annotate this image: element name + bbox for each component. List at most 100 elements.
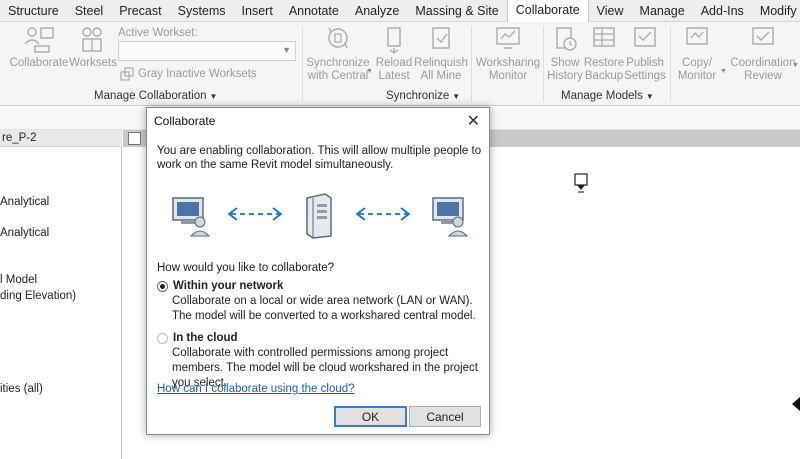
worksets-icon [82, 27, 102, 52]
ribbon-panel: Collaborate Worksets Active Workset: ▼ G… [0, 22, 800, 106]
bidirectional-arrow-icon-right [355, 207, 411, 221]
chevron-down-icon: ▼ [645, 92, 654, 101]
ribbon-separator [543, 26, 544, 102]
restore-line1: Restore [583, 57, 625, 69]
reload-line2: Latest [378, 70, 410, 82]
sync-central-line2: with Central [307, 70, 369, 82]
ws-monitor-line1: Worksharing [475, 57, 541, 69]
restore-line2: Backup [584, 70, 624, 82]
network-option-description: Collaborate on a local or wide area netw… [172, 295, 476, 322]
tab-analyze[interactable]: Analyze [347, 0, 407, 22]
bidirectional-arrow-icon-left [227, 207, 283, 221]
coord-review-line1: Coordination [730, 57, 796, 69]
relinquish-icon [432, 27, 450, 49]
synchronize-icon [328, 27, 348, 49]
coordination-review-icon [752, 27, 774, 45]
relinquish-line1: Relinquish [414, 57, 468, 69]
collaboration-illustration [172, 193, 469, 239]
manage-models-panel-title[interactable]: Manage Models ▼ [561, 90, 654, 102]
synchronize-panel-label: Synchronize [386, 90, 450, 102]
manage-collaboration-label: Manage Collaboration [94, 90, 207, 102]
tab-modify[interactable]: Modify [752, 0, 800, 22]
tab-add-ins[interactable]: Add-Ins [693, 0, 752, 22]
worksets-button-label: Worksets [69, 57, 117, 69]
network-radio[interactable] [157, 280, 168, 292]
copy-monitor-button[interactable]: Copy/ Monitor [674, 24, 720, 83]
option-in-the-cloud[interactable]: In the cloud [157, 332, 238, 344]
ribbon-separator [302, 26, 303, 102]
ribbon-separator [471, 26, 472, 102]
browser-item[interactable]: l Model [0, 274, 37, 286]
dialog-title: Collaborate [154, 114, 216, 128]
tab-insert[interactable]: Insert [234, 0, 281, 22]
browser-item[interactable]: Analytical [0, 227, 49, 239]
tab-massing-site[interactable]: Massing & Site [407, 0, 506, 22]
publish-line2: Settings [624, 70, 666, 82]
browser-item[interactable]: Analytical [0, 196, 49, 208]
view-tab-icon[interactable] [128, 132, 141, 145]
computer-user-icon-right [432, 197, 469, 237]
worksharing-monitor-icon [496, 27, 520, 49]
collaboration-question: How would you like to collaborate? [157, 262, 335, 274]
collaborate-button-label: Collaborate [9, 57, 69, 69]
chevron-down-icon: ▼ [209, 92, 218, 101]
tab-manage[interactable]: Manage [632, 0, 693, 22]
cloud-help-link[interactable]: How can I collaborate using the cloud? [157, 383, 355, 395]
publish-settings-icon [634, 27, 656, 47]
chevron-down-icon: ▼ [282, 45, 291, 55]
tab-precast[interactable]: Precast [111, 0, 169, 22]
reload-latest-button[interactable]: Reload Latest [374, 24, 414, 83]
collaborate-icon [24, 27, 54, 53]
gray-inactive-worksets-button[interactable]: Gray Inactive Worksets [120, 67, 257, 81]
tab-collaborate[interactable]: Collaborate [506, 0, 589, 22]
worksets-button[interactable]: Worksets [69, 24, 117, 70]
restore-backup-icon [593, 27, 615, 47]
network-option-label: Within your network [173, 280, 284, 292]
tab-structure[interactable]: Structure [0, 0, 67, 22]
cloud-radio[interactable] [157, 332, 168, 344]
show-history-button[interactable]: Show History [546, 24, 584, 83]
copy-monitor-dropdown-icon[interactable]: ▼ [720, 68, 727, 75]
show-history-line2: History [547, 70, 583, 82]
relinquish-all-mine-button[interactable]: Relinquish All Mine [414, 24, 468, 83]
coord-review-line2: Review [744, 70, 782, 82]
sync-central-button[interactable]: Synchronize with Central [306, 24, 370, 83]
reload-latest-icon [387, 27, 401, 54]
tab-annotate[interactable]: Annotate [281, 0, 347, 22]
elevation-marker-icon[interactable] [574, 173, 588, 195]
resize-cursor-icon [792, 397, 800, 411]
server-icon [306, 193, 332, 239]
active-workset-select[interactable]: ▼ [118, 41, 296, 61]
show-history-line1: Show [550, 57, 580, 69]
ribbon-separator [670, 26, 671, 102]
restore-backup-button[interactable]: Restore Backup [584, 24, 624, 83]
ribbon-tab-strip: Structure Steel Precast Systems Insert A… [0, 0, 800, 22]
manage-collaboration-panel-title[interactable]: Manage Collaboration ▼ [94, 90, 217, 102]
ws-monitor-line2: Monitor [488, 70, 528, 82]
collaborate-button[interactable]: Collaborate [10, 24, 68, 70]
manage-models-label: Manage Models [561, 90, 643, 102]
computer-user-icon-left [172, 197, 211, 237]
ok-button[interactable]: OK [334, 406, 407, 427]
reload-line1: Reload [375, 57, 413, 69]
option-within-network[interactable]: Within your network [157, 280, 283, 292]
gray-inactive-icon [120, 67, 134, 81]
relinquish-line2: All Mine [420, 70, 462, 82]
close-icon[interactable]: ✕ [467, 111, 480, 131]
coordination-review-button[interactable]: Coordination Review [728, 24, 798, 83]
synchronize-panel-title[interactable]: Synchronize ▼ [386, 90, 460, 102]
browser-item[interactable]: ding Elevation) [0, 290, 76, 302]
tab-view[interactable]: View [589, 0, 632, 22]
cancel-button[interactable]: Cancel [409, 406, 481, 427]
sync-central-dropdown-icon[interactable]: ▼ [366, 68, 373, 75]
show-history-icon [556, 27, 577, 51]
coordination-review-dropdown-icon[interactable]: ▼ [792, 62, 799, 69]
tab-steel[interactable]: Steel [67, 0, 112, 22]
project-browser-panel: re_P-2 Analytical Analytical l Model din… [0, 130, 122, 459]
collaborate-dialog: Collaborate ✕ You are enabling collabora… [146, 107, 490, 435]
cloud-option-label: In the cloud [173, 332, 238, 344]
tab-systems[interactable]: Systems [170, 0, 234, 22]
publish-settings-button[interactable]: Publish Settings [624, 24, 666, 83]
worksharing-monitor-button[interactable]: Worksharing Monitor [475, 24, 541, 83]
browser-item[interactable]: ities (all) [0, 383, 43, 395]
